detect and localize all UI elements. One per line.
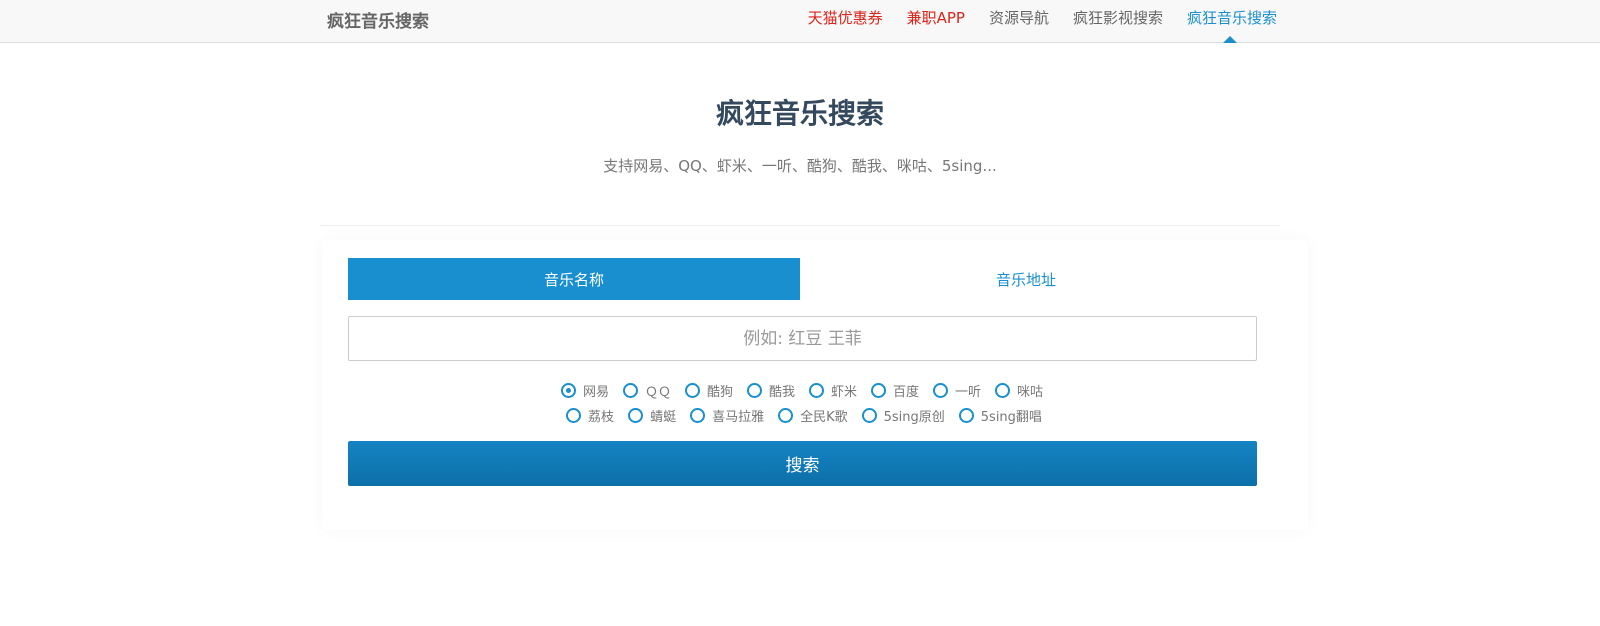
radio-unchecked-icon[interactable] (861, 408, 877, 423)
source-label: 荔枝 (588, 410, 615, 425)
active-nav-indicator (1223, 36, 1237, 43)
radio-unchecked-icon[interactable] (778, 408, 794, 423)
source-label: 一听 (955, 385, 982, 400)
source-label: 全民K歌 (800, 410, 848, 425)
source-label: 5sing翻唱 (980, 410, 1042, 425)
nav-link-parttime-app[interactable]: 兼职APP (883, 7, 965, 28)
source-radio-row-2: 荔枝 蜻蜓 喜马拉雅 全民K歌 5sing原创 5sing翻唱 (4, 406, 1600, 425)
search-button[interactable]: 搜索 (348, 441, 1257, 486)
radio-unchecked-icon[interactable] (690, 408, 706, 423)
source-label: 虾米 (831, 385, 858, 400)
source-label: 5sing原创 (883, 410, 945, 425)
nav-link-music-search[interactable]: 疯狂音乐搜索 (1163, 7, 1277, 28)
brand-logo-link[interactable]: 疯狂音乐搜索 (327, 7, 429, 32)
source-label: 百度 (893, 385, 920, 400)
radio-unchecked-icon[interactable] (684, 383, 700, 398)
radio-unchecked-icon[interactable] (933, 383, 949, 398)
source-option-kuwo[interactable]: 酷我 (746, 381, 795, 400)
radio-unchecked-icon[interactable] (958, 408, 974, 423)
nav-link-resource-nav[interactable]: 资源导航 (965, 7, 1049, 28)
source-option-yiting[interactable]: 一听 (933, 381, 981, 400)
section-divider (320, 225, 1280, 226)
top-navbar: 疯狂音乐搜索 天猫优惠券 兼职APP 资源导航 疯狂影视搜索 疯狂音乐搜索 (0, 0, 1600, 43)
page-title: 疯狂音乐搜索 (715, 97, 884, 130)
search-input[interactable] (348, 316, 1257, 361)
source-option-netease[interactable]: 网易 (560, 381, 609, 400)
tab-music-name[interactable]: 音乐名称 (348, 258, 800, 300)
source-label: 酷我 (768, 385, 795, 400)
page-subtitle: 支持网易、QQ、虾米、一听、酷狗、酷我、咪咕、5sing... (603, 157, 997, 175)
source-option-baidu[interactable]: 百度 (871, 381, 919, 400)
nav-links: 天猫优惠券 兼职APP 资源导航 疯狂影视搜索 疯狂音乐搜索 (784, 7, 1277, 28)
source-radio-row-1: 网易 ＱＱ 酷狗 酷我 虾米 百度 一听 咪咕 (2, 381, 1600, 400)
source-label: 喜马拉雅 (712, 410, 765, 425)
radio-unchecked-icon[interactable] (628, 408, 644, 423)
source-label: 网易 (582, 385, 609, 400)
source-option-5sing-cover[interactable]: 5sing翻唱 (958, 406, 1042, 425)
source-option-lizhi[interactable]: 荔枝 (566, 406, 614, 425)
radio-unchecked-icon[interactable] (809, 383, 824, 398)
source-option-5sing-original[interactable]: 5sing原创 (861, 406, 945, 425)
radio-checked-icon[interactable] (560, 383, 576, 398)
source-label: 咪咕 (1017, 385, 1044, 400)
source-option-kugou[interactable]: 酷狗 (684, 381, 733, 400)
nav-link-tmall-coupons[interactable]: 天猫优惠券 (784, 7, 883, 28)
radio-unchecked-icon[interactable] (622, 383, 638, 398)
source-option-qq[interactable]: ＱＱ (622, 381, 671, 400)
radio-unchecked-icon[interactable] (871, 383, 887, 398)
source-option-quanmin-ksong[interactable]: 全民K歌 (778, 406, 848, 425)
radio-unchecked-icon[interactable] (746, 383, 762, 398)
nav-link-video-search[interactable]: 疯狂影视搜索 (1049, 7, 1163, 28)
source-option-qingting[interactable]: 蜻蜓 (628, 406, 676, 425)
source-label: 酷狗 (706, 385, 733, 400)
source-label: 蜻蜓 (650, 410, 677, 425)
source-option-ximalaya[interactable]: 喜马拉雅 (690, 406, 764, 425)
source-label: ＱＱ (644, 385, 671, 400)
radio-unchecked-icon[interactable] (566, 408, 582, 423)
radio-unchecked-icon[interactable] (995, 383, 1011, 398)
source-option-migu[interactable]: 咪咕 (995, 381, 1043, 400)
tab-music-url[interactable]: 音乐地址 (800, 258, 1252, 300)
source-option-xiami[interactable]: 虾米 (809, 381, 857, 400)
